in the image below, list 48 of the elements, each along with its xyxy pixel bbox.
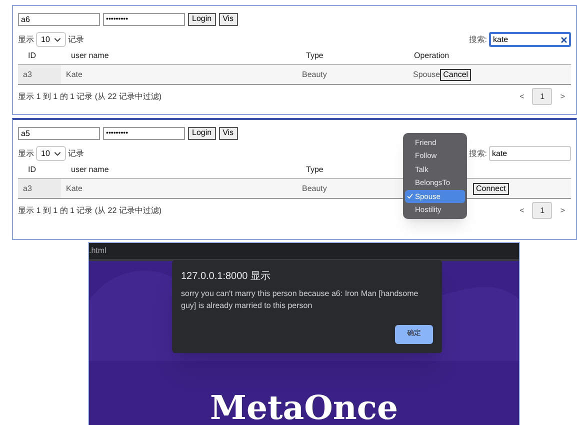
length-label: 显示 [18, 34, 34, 46]
next-page-button[interactable]: > [560, 204, 565, 216]
toolbar-button[interactable]: Vis [218, 126, 238, 140]
column-header: ID [28, 51, 36, 60]
table-cell: Kate [66, 70, 82, 78]
length-label: 记录 [68, 148, 84, 160]
next-page-button[interactable]: > [560, 90, 565, 102]
table-cell: a3 [23, 182, 32, 194]
toolbar-button[interactable]: Login [188, 12, 216, 26]
column-header: ID [28, 165, 36, 174]
column-header: Operation [414, 51, 450, 60]
table-cell: Kate [66, 184, 82, 192]
table-info: 显示 1 到 1 的 1 记录 (从 22 记录中过滤) [18, 90, 162, 102]
length-label: 显示 [18, 148, 34, 160]
search-label: 搜索: [468, 148, 487, 160]
page-size-select[interactable]: 10 [36, 146, 66, 161]
page-button[interactable]: 1 [532, 88, 552, 105]
caret-icon [54, 38, 61, 42]
caret-icon [54, 152, 61, 156]
column-header: user name [71, 165, 109, 174]
table-cell: a3 [23, 68, 32, 80]
dialog-title: 127.0.0.1:8000 显示 [181, 270, 272, 284]
page-size-select[interactable]: 10 [36, 32, 66, 47]
column-header: Type [306, 165, 324, 174]
checkmark-icon [407, 193, 413, 200]
table-info: 显示 1 到 1 的 1 记录 (从 22 记录中过滤) [18, 204, 162, 216]
row-action-button[interactable]: Connect [473, 182, 509, 194]
toolbar-button[interactable]: Vis [218, 12, 238, 26]
tab-title: .html [89, 245, 106, 257]
username-field[interactable]: a6 [18, 12, 100, 26]
search-field[interactable]: kate [489, 146, 571, 161]
dialog-message: sorry you can't marry this person because a6: Iron Man [handsome guy] is already married to this person [181, 288, 420, 312]
length-label: 记录 [68, 34, 84, 46]
search-field[interactable]: kate [489, 32, 571, 47]
table-cell: Spouse [413, 68, 440, 80]
column-header: user name [71, 51, 109, 60]
toolbar-button[interactable]: Login [188, 126, 216, 140]
row-action-button[interactable]: Cancel [440, 68, 472, 80]
prev-page-button[interactable]: < [520, 204, 524, 216]
prev-page-button[interactable]: < [520, 90, 524, 102]
table-cell: Beauty [302, 184, 327, 192]
page-button[interactable]: 1 [532, 202, 552, 219]
table-cell: Beauty [302, 70, 327, 78]
page-heading: MetaOnce [210, 391, 398, 424]
clear-icon[interactable] [561, 36, 567, 42]
column-header: Type [306, 51, 324, 60]
search-label: 搜索: [468, 34, 487, 46]
username-field[interactable]: a5 [18, 126, 100, 140]
